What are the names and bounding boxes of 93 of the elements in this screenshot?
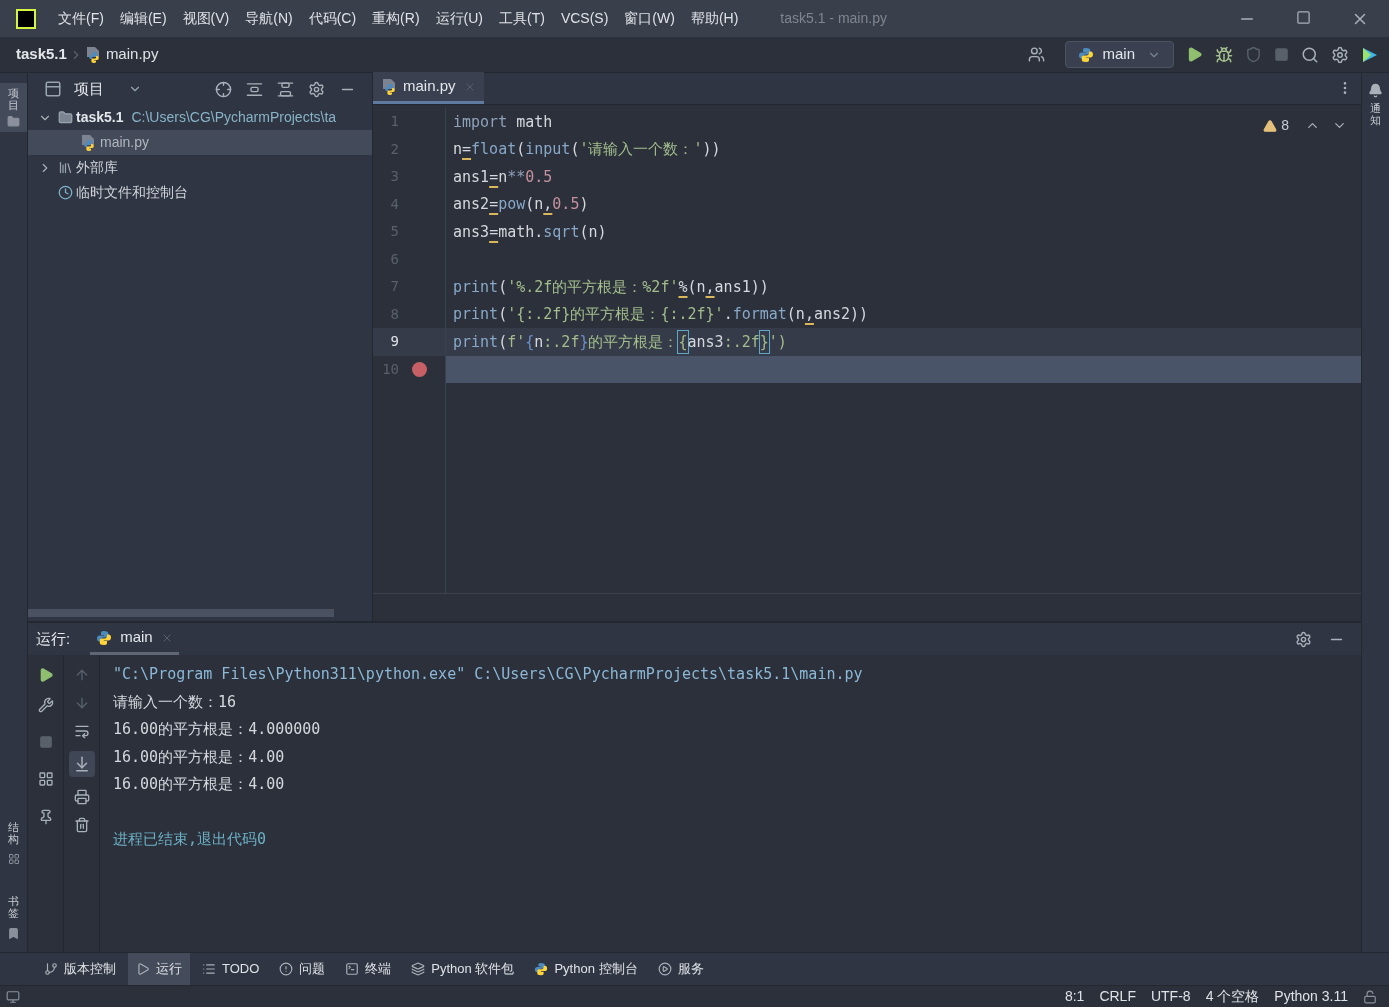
status-item[interactable]: CRLF xyxy=(1099,986,1136,1007)
exclamation-icon xyxy=(279,962,294,976)
menu-item[interactable]: 导航(N) xyxy=(245,8,293,29)
layout-icon[interactable] xyxy=(37,771,54,787)
menu-item[interactable]: 视图(V) xyxy=(182,8,230,29)
settings-icon[interactable] xyxy=(308,80,325,98)
library-icon xyxy=(57,160,73,175)
status-item[interactable]: UTF-8 xyxy=(1150,986,1191,1007)
side-tab[interactable]: 结构 xyxy=(8,816,19,849)
status-item[interactable]: 8:1 xyxy=(1064,986,1085,1007)
app-logo-icon xyxy=(16,8,36,29)
status-item[interactable]: 4 个空格 xyxy=(1205,986,1260,1007)
console-line: "C:\Program Files\Python311\python.exe" C:\Users\CG\PycharmProjects\task5.1\main.py xyxy=(113,664,863,685)
menu-item[interactable]: 窗口(W) xyxy=(624,8,675,29)
tree-item[interactable]: main.py xyxy=(28,130,372,155)
menu-item[interactable]: 编辑(E) xyxy=(119,8,167,29)
warning-icon xyxy=(1263,118,1278,133)
menu-item[interactable]: 重构(R) xyxy=(372,8,420,29)
tool-window-tab[interactable]: Python 控制台 xyxy=(526,952,646,986)
wrench-icon[interactable] xyxy=(37,697,54,713)
console-line: 请输入一个数：16 xyxy=(113,691,237,713)
menu-item[interactable]: 代码(C) xyxy=(308,8,357,29)
console-line: 进程已结束,退出代码0 xyxy=(113,828,267,850)
scratch-clock-icon xyxy=(57,185,73,200)
folder-icon xyxy=(57,110,73,125)
run-config-dropdown[interactable]: main xyxy=(1065,41,1174,68)
print-icon[interactable] xyxy=(73,789,90,805)
folder-icon xyxy=(7,115,20,129)
breakpoint-icon[interactable] xyxy=(411,361,427,377)
status-item[interactable]: Python 3.11 xyxy=(1274,986,1348,1007)
soft-wrap-icon[interactable] xyxy=(73,723,90,739)
line-number: 9 xyxy=(389,332,399,352)
locate-icon[interactable] xyxy=(215,80,232,98)
layout-toggle-icon[interactable] xyxy=(6,989,20,1004)
window-title: task5.1 - main.py xyxy=(780,9,887,28)
python-icon xyxy=(534,962,549,976)
layers-icon xyxy=(411,962,426,976)
tool-window-tab[interactable]: TODO xyxy=(194,952,268,986)
lock-icon[interactable] xyxy=(1363,989,1377,1004)
branch-icon xyxy=(44,962,58,976)
run-icon[interactable] xyxy=(1186,46,1203,63)
bookmark-icon xyxy=(7,927,20,940)
expand-all-icon[interactable] xyxy=(246,80,263,98)
menu-item[interactable]: 帮助(H) xyxy=(690,8,739,29)
account-icon[interactable] xyxy=(1028,46,1046,63)
search-icon[interactable] xyxy=(1301,45,1319,64)
trash-icon[interactable] xyxy=(73,817,90,833)
menu-item[interactable]: 运行(U) xyxy=(435,8,483,29)
panel-title[interactable]: 项目 xyxy=(74,77,104,101)
menu-item[interactable]: 工具(T) xyxy=(499,8,545,29)
tool-window-tab[interactable]: 问题 xyxy=(271,952,334,986)
plugin-logo-icon[interactable] xyxy=(1361,45,1379,64)
debug-icon[interactable] xyxy=(1215,45,1233,64)
panel-title: 运行: xyxy=(36,628,71,649)
tree-label: main.py xyxy=(100,133,150,152)
breadcrumb-item[interactable]: main.py xyxy=(105,43,159,66)
console-line: 16.00的平方根是：4.000000 xyxy=(113,719,321,740)
settings-icon[interactable] xyxy=(1295,630,1312,648)
side-tab[interactable]: 书签 xyxy=(8,890,19,923)
tree-path: C:\Users\CG\PycharmProjects\ta xyxy=(131,108,337,127)
menu-item[interactable]: VCS(S) xyxy=(560,8,609,29)
settings-icon[interactable] xyxy=(1331,45,1349,64)
console-line: 16.00的平方根是：4.00 xyxy=(113,746,285,768)
python-icon xyxy=(1078,46,1095,63)
console-line: 16.00的平方根是：4.00 xyxy=(113,774,285,795)
tool-window-tab[interactable]: 版本控制 xyxy=(36,952,124,986)
side-tab[interactable]: 通知 xyxy=(1370,98,1381,131)
terminal-icon xyxy=(345,962,360,976)
scroll-to-end-icon[interactable] xyxy=(68,751,95,777)
tree-label: 临时文件和控制台 xyxy=(76,183,188,202)
tree-label: 外部库 xyxy=(76,158,118,177)
warning-count[interactable]: 8 xyxy=(1281,115,1289,136)
tool-window-tab[interactable]: Python 软件包 xyxy=(403,952,523,986)
tree-item[interactable]: 外部库 xyxy=(28,155,372,180)
menu-item[interactable]: 文件(F) xyxy=(58,8,104,29)
tool-window-tab[interactable]: 服务 xyxy=(649,952,712,986)
tool-window-tab[interactable]: 终端 xyxy=(337,952,400,986)
editor-tab[interactable]: main.py xyxy=(373,72,484,104)
tree-item[interactable]: 临时文件和控制台 xyxy=(28,180,372,205)
structure-icon xyxy=(7,852,20,865)
collapse-all-icon[interactable] xyxy=(277,80,294,98)
tool-window-tab[interactable]: 运行 xyxy=(128,952,190,986)
run-tab[interactable]: main xyxy=(90,623,179,655)
python-icon xyxy=(96,629,113,646)
tree-label: task5.1 xyxy=(76,108,124,127)
maximize-icon[interactable] xyxy=(1296,9,1311,25)
list-icon xyxy=(202,962,216,976)
play-icon xyxy=(136,962,150,976)
breadcrumb-item[interactable]: task5.1 xyxy=(16,43,67,66)
tree-item[interactable]: task5.1 C:\Users\CG\PycharmProjects\ta xyxy=(28,105,372,130)
project-view-icon xyxy=(44,80,62,98)
notification-icon[interactable] xyxy=(1368,83,1383,98)
play-circle-icon xyxy=(657,962,672,976)
